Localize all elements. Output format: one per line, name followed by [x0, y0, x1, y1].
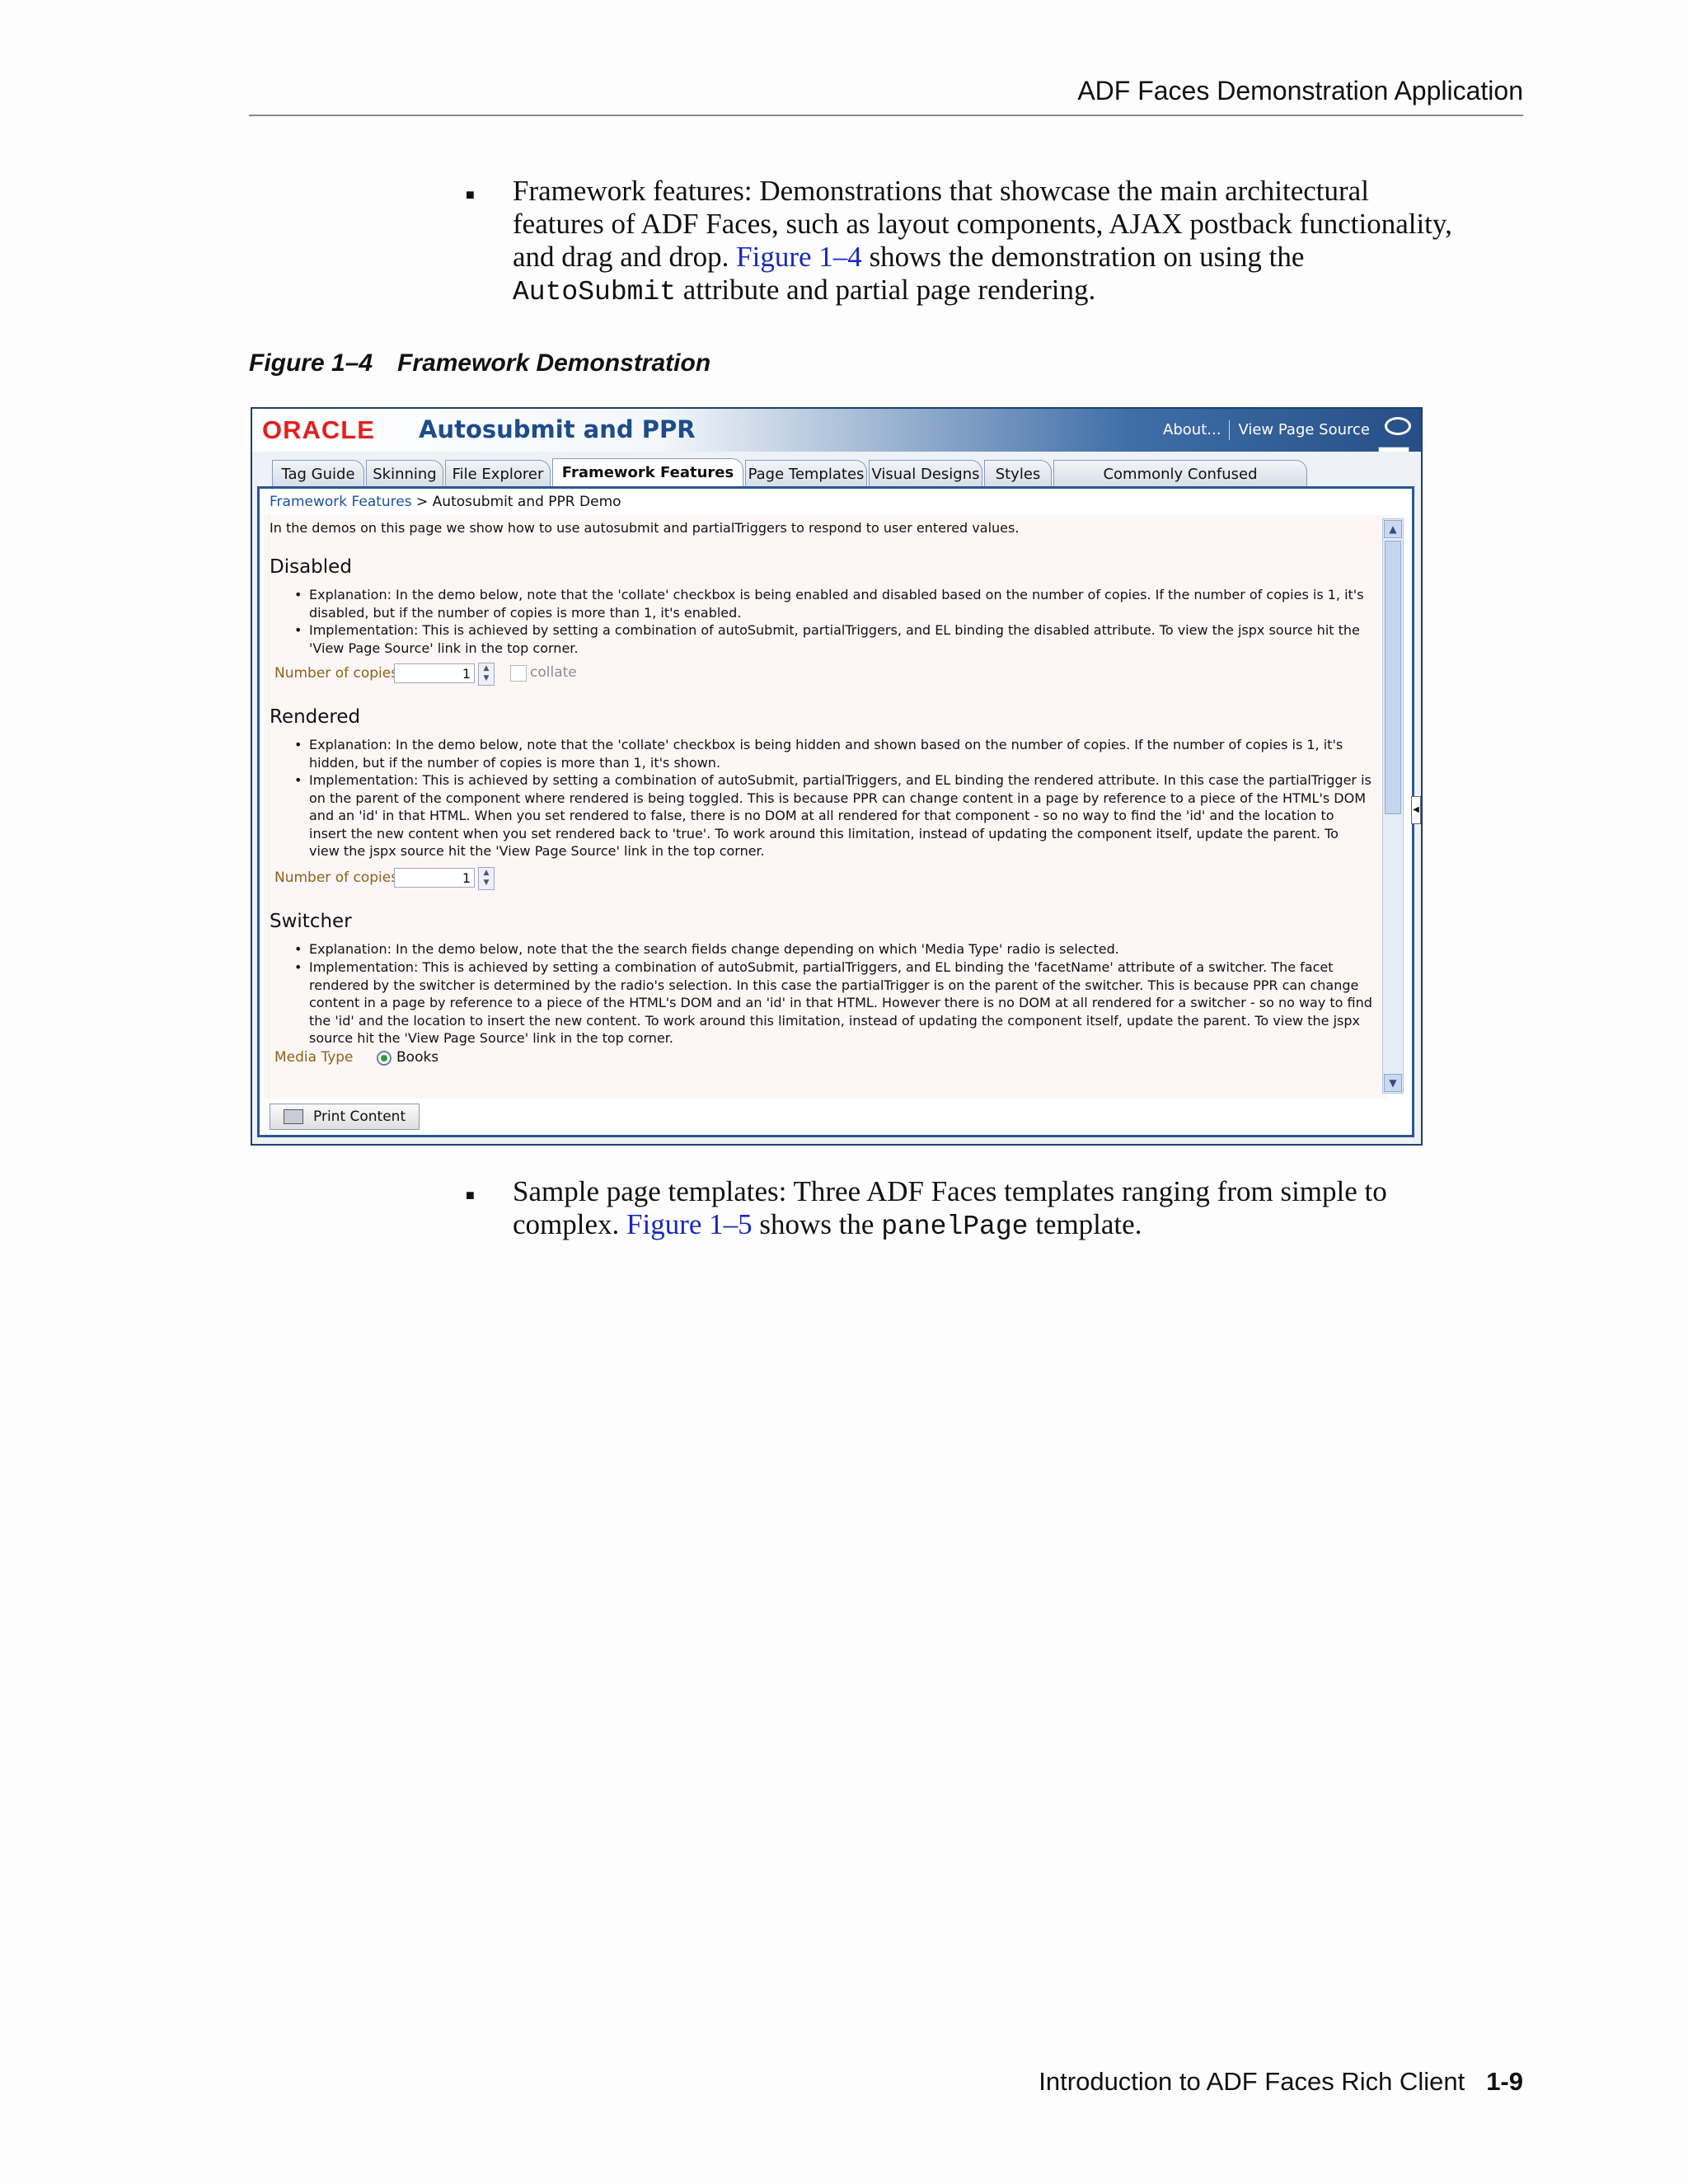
books-radio[interactable] [377, 1051, 392, 1066]
figure-title: Framework Demonstration [397, 349, 711, 377]
section-heading-disabled: Disabled [270, 556, 352, 578]
para-text: attribute and partial page rendering. [676, 274, 1096, 306]
page-templates-paragraph: Sample page templates: Three ADF Faces t… [513, 1175, 1526, 1244]
code-autosubmit: AutoSubmit [513, 277, 677, 307]
copies-label: Number of copies [274, 869, 399, 886]
demo-panel: In the demos on this page we show how to… [265, 515, 1387, 1099]
copies-input[interactable]: 1 [394, 868, 475, 888]
page-number: 1-9 [1486, 2067, 1523, 2096]
bullet-marker: ■ [466, 1187, 475, 1203]
printer-icon [284, 1109, 303, 1124]
splitter-handle-icon[interactable]: ◀ [1411, 796, 1421, 824]
para-text: complex. [513, 1208, 627, 1240]
list-item: Explanation: In the demo below, note tha… [294, 586, 1372, 621]
para-line: features of ADF Faces, such as layout co… [513, 208, 1452, 240]
about-link[interactable]: About... [1163, 421, 1221, 438]
books-radio-label: Books [396, 1049, 439, 1066]
global-links: About... View Page Source [1163, 420, 1370, 440]
para-line: complex. Figure 1–5 shows the panelPage … [513, 1208, 1526, 1244]
oracle-logo: ORACLE [262, 415, 375, 444]
copies-input[interactable]: 1 [394, 663, 475, 683]
page-footer: Introduction to ADF Faces Rich Client 1-9 [1039, 2067, 1523, 2097]
breadcrumb-current: Autosubmit and PPR Demo [432, 494, 621, 510]
para-text: template. [1028, 1208, 1142, 1240]
figure-1-5-link[interactable]: Figure 1–5 [626, 1208, 753, 1240]
para-text: and drag and drop. [513, 241, 737, 273]
media-type-label: Media Type [274, 1049, 354, 1066]
tab-visual-designs[interactable]: Visual Designs [869, 460, 982, 489]
oracle-ring-icon [1385, 417, 1411, 435]
tab-commonly-confused-components[interactable]: Commonly Confused Components [1053, 460, 1307, 511]
framework-demo-screenshot: ORACLE Autosubmit and PPR About... View P… [251, 407, 1423, 1146]
running-head: ADF Faces Demonstration Application [1077, 76, 1523, 105]
copies-label: Number of copies [274, 665, 399, 682]
tab-bar: Tag Guide Skinning File Explorer Framewo… [252, 452, 1421, 511]
list-item: Implementation: This is achieved by sett… [294, 621, 1372, 657]
list-item: Explanation: In the demo below, note tha… [294, 736, 1372, 771]
link-separator [1229, 420, 1231, 440]
app-header: ORACLE Autosubmit and PPR About... View P… [252, 409, 1421, 452]
list-item: Implementation: This is achieved by sett… [294, 771, 1372, 860]
content-area: Framework Features > Autosubmit and PPR … [257, 489, 1414, 1137]
bullet-marker: ■ [466, 186, 475, 203]
para-text: shows the demonstration on using the [861, 241, 1305, 273]
tab-styles[interactable]: Styles [984, 460, 1052, 489]
copies-spinner[interactable]: ▲ ▼ [478, 867, 495, 890]
section-heading-switcher: Switcher [270, 911, 352, 932]
tab-framework-features[interactable]: Framework Features [552, 458, 743, 489]
copies-spinner[interactable]: ▲ ▼ [478, 663, 495, 686]
breadcrumb-framework-features[interactable]: Framework Features [270, 494, 412, 510]
section-heading-rendered: Rendered [270, 706, 361, 728]
list-item: Implementation: This is achieved by sett… [294, 958, 1372, 1047]
para-line: and drag and drop. Figure 1–4 shows the … [513, 241, 1526, 274]
footer-chapter: Introduction to ADF Faces Rich Client [1039, 2067, 1465, 2096]
tab-file-explorer[interactable]: File Explorer [445, 460, 551, 489]
vertical-scrollbar[interactable]: ▲ ▼ [1382, 518, 1404, 1094]
header-rule [249, 115, 1523, 116]
para-line: Framework features: Demonstrations that … [513, 175, 1369, 207]
scroll-thumb[interactable] [1385, 541, 1401, 814]
print-content-label: Print Content [313, 1108, 406, 1125]
para-line: AutoSubmit attribute and partial page re… [513, 274, 1526, 309]
breadcrumb: Framework Features > Autosubmit and PPR … [270, 494, 621, 510]
para-line: Sample page templates: Three ADF Faces t… [513, 1175, 1387, 1207]
figure-number: Figure 1–4 [249, 349, 373, 377]
view-page-source-link[interactable]: View Page Source [1238, 421, 1370, 438]
app-title: Autosubmit and PPR [419, 415, 696, 443]
collate-checkbox[interactable] [510, 665, 527, 682]
scroll-up-icon[interactable]: ▲ [1384, 520, 1402, 538]
figure-caption: Figure 1–4 Framework Demonstration [249, 349, 710, 377]
scroll-down-icon[interactable]: ▼ [1384, 1074, 1402, 1092]
collate-label: collate [530, 664, 577, 681]
intro-text: In the demos on this page we show how to… [270, 520, 1020, 536]
para-text: shows the [752, 1208, 882, 1240]
print-content-button[interactable]: Print Content [270, 1104, 420, 1130]
breadcrumb-separator: > [411, 494, 433, 510]
tab-page-templates[interactable]: Page Templates [745, 460, 867, 489]
tab-tag-guide[interactable]: Tag Guide [272, 460, 364, 489]
list-item: Explanation: In the demo below, note tha… [294, 940, 1372, 958]
tab-skinning[interactable]: Skinning [366, 460, 443, 489]
framework-features-paragraph: Framework features: Demonstrations that … [513, 175, 1526, 309]
figure-1-4-link[interactable]: Figure 1–4 [736, 241, 862, 273]
code-panelpage: panelPage [881, 1212, 1029, 1242]
